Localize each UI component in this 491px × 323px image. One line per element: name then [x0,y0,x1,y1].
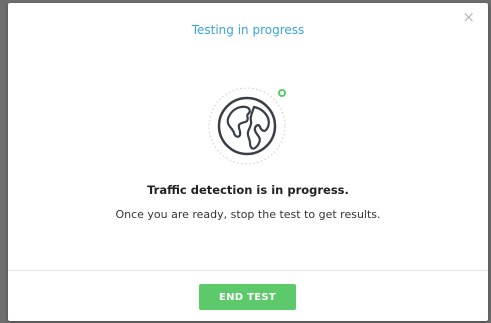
globe-icon [208,87,286,165]
footer-divider [8,270,488,271]
status-headline: Traffic detection is in progress. [147,183,349,197]
status-subtext: Once you are ready, stop the test to get… [115,208,381,221]
test-progress-modal: × Testing in progress Traffic detection … [8,3,488,321]
globe-illustration [204,83,294,173]
modal-title: Testing in progress [191,23,305,37]
status-dot [278,89,286,97]
end-test-button[interactable]: END TEST [199,284,296,310]
